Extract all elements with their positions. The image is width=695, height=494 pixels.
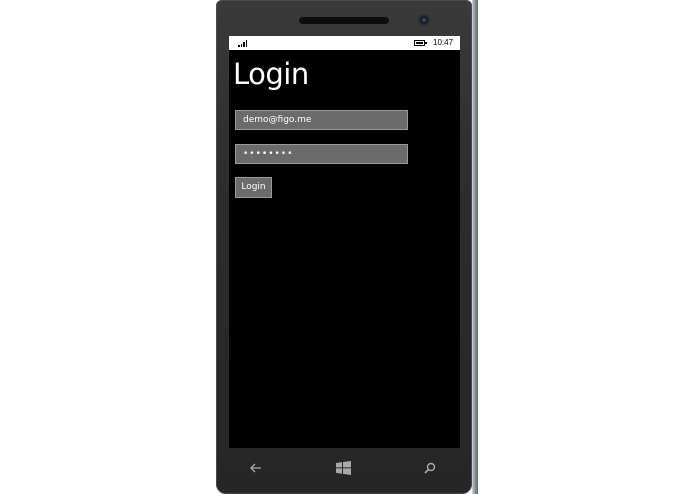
phone-emulator: 10:47 Login demo@figo.me •••••••• Login bbox=[216, 0, 472, 494]
hardware-nav-bar bbox=[216, 448, 472, 488]
back-arrow-icon[interactable] bbox=[246, 458, 266, 478]
earpiece-speaker bbox=[299, 17, 389, 24]
login-button[interactable]: Login bbox=[235, 177, 272, 198]
search-icon[interactable] bbox=[420, 458, 440, 478]
password-field[interactable]: •••••••• bbox=[235, 144, 408, 164]
background-window-edge bbox=[472, 0, 478, 494]
windows-start-icon[interactable] bbox=[333, 458, 353, 478]
email-field[interactable]: demo@figo.me bbox=[235, 110, 408, 130]
front-camera-icon bbox=[418, 14, 430, 26]
page-title: Login bbox=[233, 57, 309, 91]
status-time: 10:47 bbox=[433, 38, 454, 47]
signal-strength-icon bbox=[238, 40, 248, 47]
status-bar: 10:47 bbox=[229, 36, 460, 50]
phone-screen: 10:47 Login demo@figo.me •••••••• Login bbox=[229, 36, 460, 448]
battery-icon bbox=[414, 40, 427, 46]
